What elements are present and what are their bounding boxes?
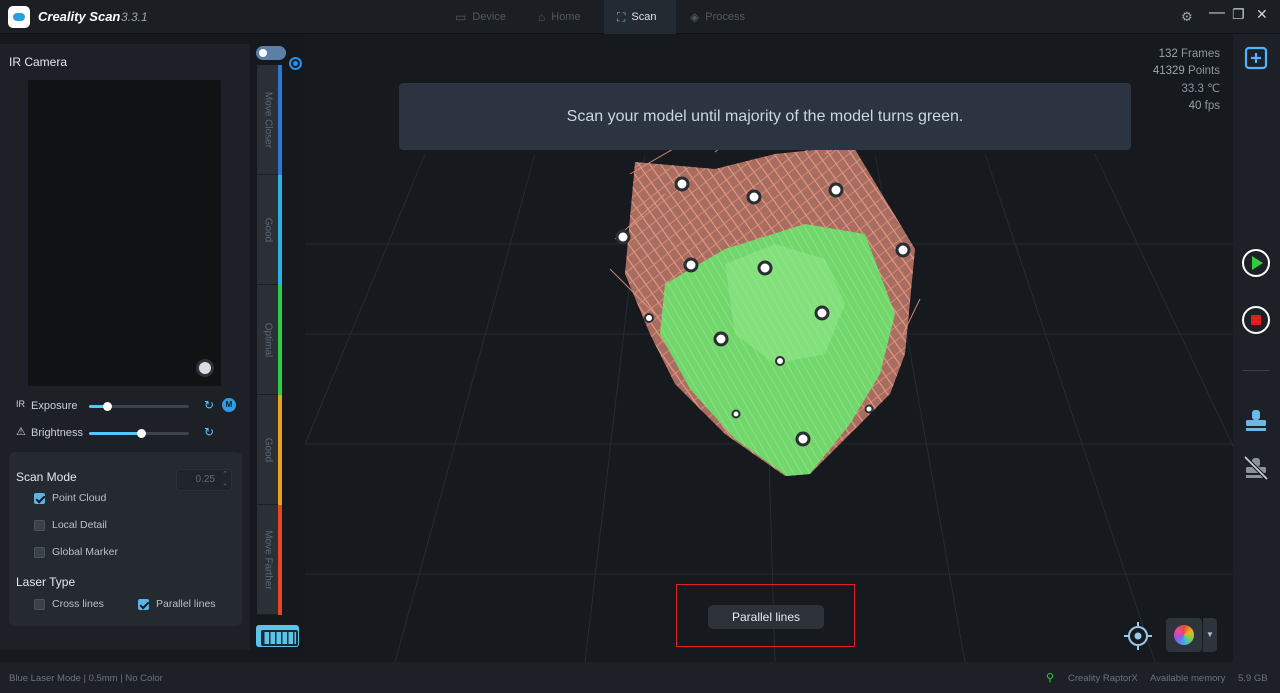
frames-stat: 132 Frames: [1158, 48, 1220, 60]
close-icon[interactable]: ✕: [1256, 6, 1268, 23]
brightness-slider-fill: [89, 432, 141, 435]
exposure-label: Exposure: [31, 400, 78, 412]
exposure-slider[interactable]: [89, 402, 189, 411]
gauge-color-bar-move-farther: [278, 505, 282, 615]
color-wheel-icon: [1174, 625, 1194, 645]
gauge-segment-good-far: Good: [257, 395, 279, 505]
gauge-color-bar-move-closer: [278, 65, 282, 175]
ir-camera-title: IR Camera: [9, 55, 68, 69]
title-bar: Creality Scan 3.3.1 ▭ Device ⌂ Home ⛶ Sc…: [0, 0, 1280, 34]
color-mode-dropdown-chevron-down-icon[interactable]: ▼: [1203, 618, 1217, 652]
global-marker-checkbox[interactable]: Global Marker: [34, 546, 118, 558]
memory-label: Available memory: [1150, 673, 1226, 684]
checkbox-box: [138, 598, 149, 610]
right-toolbar: [1233, 34, 1280, 662]
local-detail-value-input[interactable]: 0.25: [176, 469, 232, 491]
settings-gear-icon[interactable]: ⚙: [1181, 9, 1193, 25]
locate-target-icon[interactable]: [1123, 621, 1153, 651]
brightness-row: ⚠ Brightness ↻: [14, 425, 244, 441]
brightness-label: Brightness: [31, 427, 83, 439]
gauge-color-bar-good-near: [278, 175, 282, 285]
brightness-slider[interactable]: [89, 429, 189, 438]
camera-switch-icon[interactable]: [196, 359, 214, 377]
laser-type-title: Laser Type: [16, 575, 76, 589]
minimize-icon[interactable]: —: [1209, 4, 1225, 22]
ruler-icon[interactable]: [256, 625, 299, 647]
process-icon: ◈: [690, 10, 700, 24]
stamp-cleanup-icon[interactable]: [1243, 408, 1269, 434]
creality-logo-icon: [8, 6, 30, 28]
home-icon: ⌂: [538, 10, 546, 24]
app-title: Creality Scan: [38, 9, 121, 24]
ir-camera-preview: [28, 80, 221, 386]
scan-mode-title: Scan Mode: [16, 470, 77, 484]
tab-home[interactable]: ⌂ Home: [538, 0, 596, 34]
points-stat: 41329 Points: [1152, 65, 1220, 78]
device-name: Creality RaptorX: [1068, 673, 1138, 684]
scan-icon: ⛶: [617, 9, 626, 24]
exposure-slider-thumb[interactable]: [103, 402, 112, 411]
scan-mode-info: Blue Laser Mode | 0.5mm | No Color: [9, 673, 163, 684]
manual-mode-badge[interactable]: M: [222, 398, 236, 412]
point-cloud-checkbox[interactable]: Point Cloud: [34, 492, 106, 504]
distance-indicator-knob: [289, 57, 302, 70]
scan-hint-banner: Scan your model until majority of the mo…: [399, 83, 1131, 150]
app-window: Creality Scan 3.3.1 ▭ Device ⌂ Home ⛶ Sc…: [0, 0, 1280, 693]
device-connected-icon: ⚲: [1046, 672, 1055, 684]
gauge-color-bar-good-far: [278, 395, 282, 505]
new-project-plus-icon[interactable]: [1244, 46, 1268, 70]
scan-stats: 132 Frames 41329 Points 33.3 ℃ 40 fps: [1120, 46, 1220, 116]
brightness-slider-thumb[interactable]: [137, 429, 146, 438]
tab-device[interactable]: ▭ Device: [455, 0, 525, 34]
left-panel: IR Camera IR Exposure ↻ M ⚠ Brightness ↻…: [0, 44, 250, 650]
gauge-segment-move-farther: Move Farther: [257, 505, 279, 615]
local-detail-checkbox[interactable]: Local Detail: [34, 519, 107, 531]
gauge-segment-move-closer: Move Closer: [257, 65, 279, 175]
annotation-highlight-box: [676, 584, 855, 647]
toolbar-divider: [1243, 370, 1269, 371]
color-mode-button[interactable]: [1166, 618, 1202, 652]
checkbox-box: [34, 598, 45, 610]
app-version: 3.3.1: [121, 10, 148, 24]
parallel-lines-checkbox[interactable]: Parallel lines: [138, 598, 216, 610]
cross-lines-checkbox[interactable]: Cross lines: [34, 598, 104, 610]
gauge-segment-optimal: Optimal: [257, 285, 279, 395]
status-bar: Blue Laser Mode | 0.5mm | No Color ⚲ Cre…: [0, 662, 1280, 693]
tab-scan[interactable]: ⛶ Scan: [604, 0, 676, 34]
exposure-row: IR Exposure ↻ M: [14, 398, 244, 414]
gauge-segment-good-near: Good: [257, 175, 279, 285]
fps-stat: 40 fps: [1188, 100, 1220, 113]
gauge-toggle-switch[interactable]: [256, 46, 286, 60]
gauge-color-bar-optimal: [278, 285, 282, 395]
temperature-stat: 33.3 ℃: [1181, 82, 1221, 95]
brightness-icon: ⚠: [16, 426, 26, 438]
restore-icon[interactable]: ❐: [1232, 6, 1245, 23]
ir-label: IR: [16, 399, 25, 409]
checkbox-box: [34, 492, 45, 504]
play-scan-icon[interactable]: [1241, 248, 1271, 278]
device-icon: ▭: [455, 10, 467, 24]
checkbox-box: [34, 546, 45, 558]
stamp-disabled-icon[interactable]: [1243, 455, 1269, 481]
checkbox-box: [34, 519, 45, 531]
brightness-reset-icon[interactable]: ↻: [204, 425, 214, 439]
memory-value: 5.9 GB: [1238, 673, 1268, 684]
exposure-reset-icon[interactable]: ↻: [204, 398, 214, 412]
stop-scan-icon[interactable]: [1241, 305, 1271, 335]
tab-process[interactable]: ◈ Process: [690, 0, 760, 34]
